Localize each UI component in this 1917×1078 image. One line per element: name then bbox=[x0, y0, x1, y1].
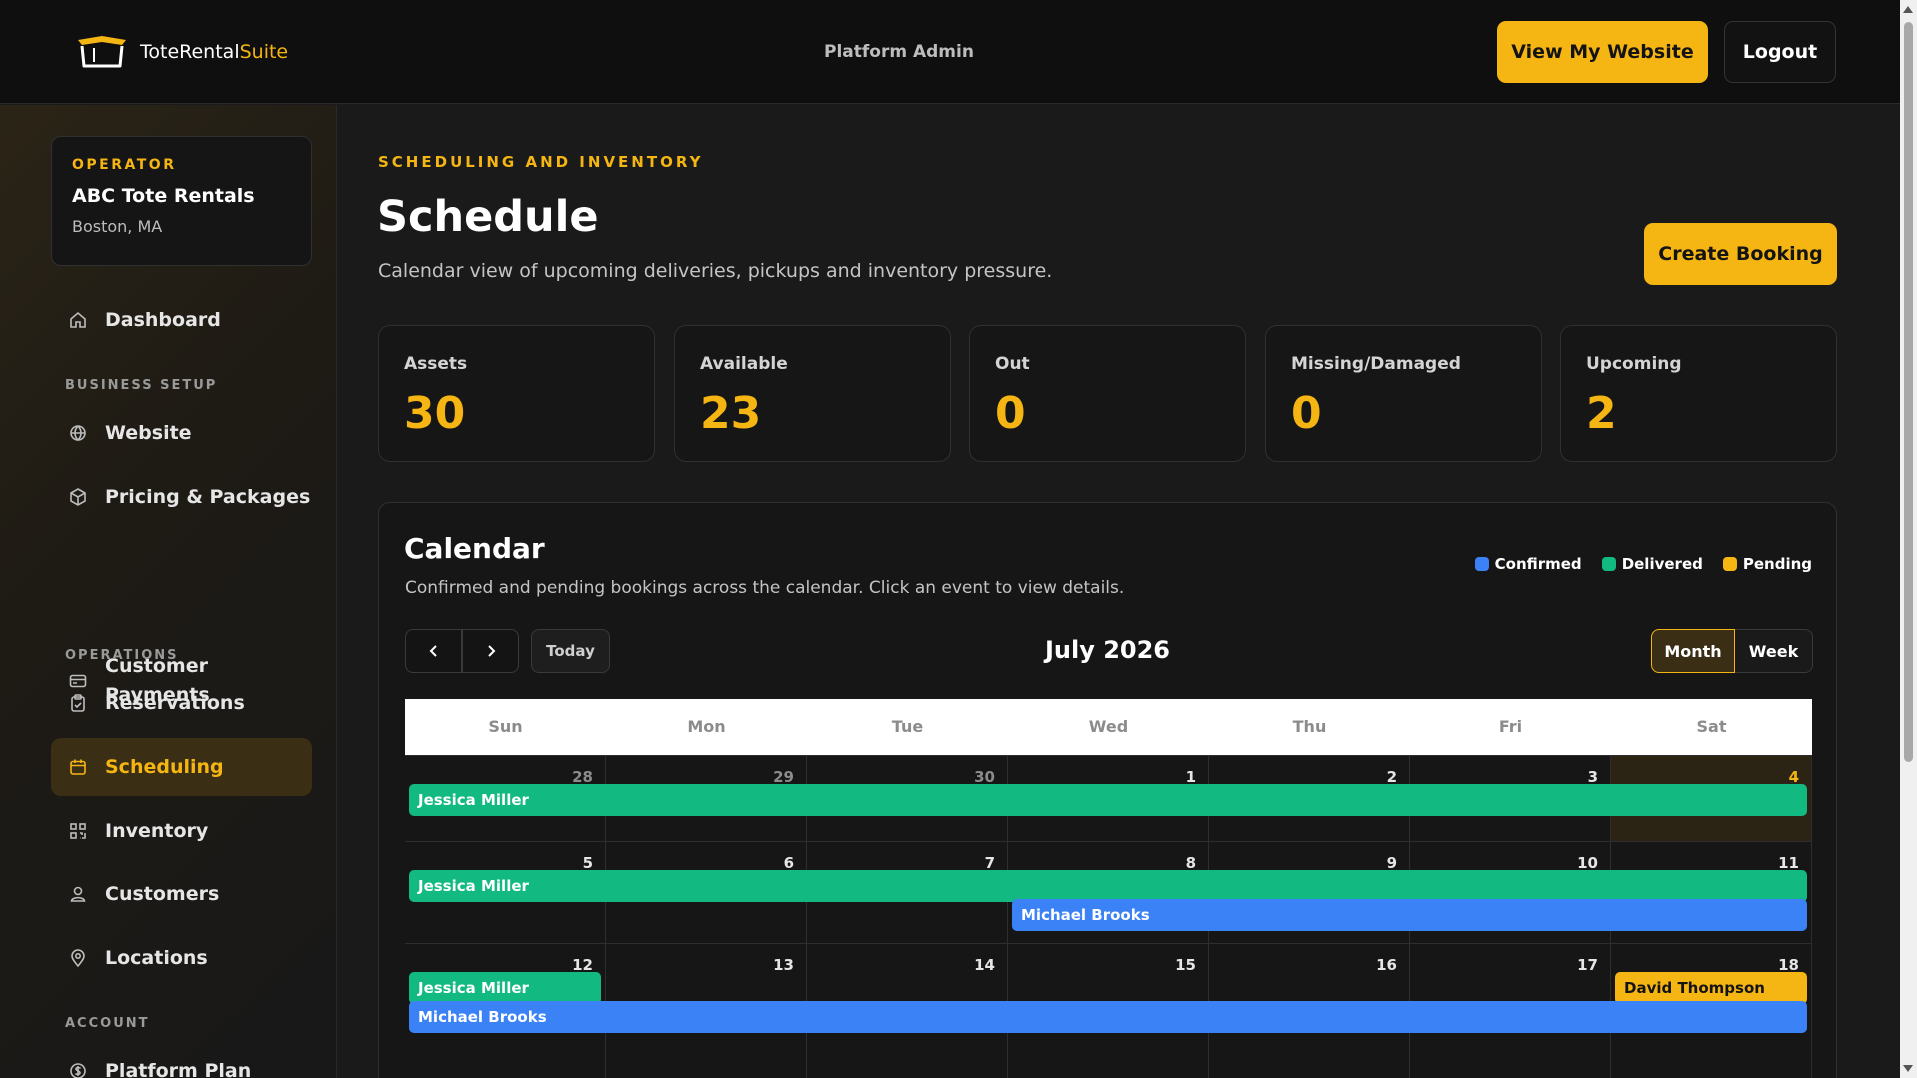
operator-kicker: OPERATOR bbox=[72, 157, 177, 173]
calendar-subtitle: Confirmed and pending bookings across th… bbox=[405, 578, 1125, 598]
day-number: 17 bbox=[1577, 956, 1598, 974]
legend-confirmed: Confirmed bbox=[1474, 555, 1582, 573]
operator-name: ABC Tote Rentals bbox=[72, 185, 255, 207]
platform-admin-label: Platform Admin bbox=[824, 42, 974, 62]
scroll-down-arrow-icon[interactable] bbox=[1903, 1065, 1913, 1072]
sidebar-item-scheduling[interactable]: Scheduling bbox=[51, 738, 312, 796]
sidebar-item-locations[interactable]: Locations bbox=[51, 929, 312, 987]
stat-value: 0 bbox=[1291, 388, 1322, 439]
stat-card-assets: Assets 30 bbox=[378, 325, 655, 462]
legend-dot bbox=[1474, 557, 1489, 571]
nav-section-account: ACCOUNT bbox=[65, 1016, 150, 1031]
stat-label: Available bbox=[700, 354, 788, 374]
calendar-week-row: 28 29 30 1 2 3 4 Jessica Miller bbox=[405, 755, 1812, 841]
scroll-thumb[interactable] bbox=[1904, 22, 1913, 762]
weekday-header: Thu bbox=[1292, 717, 1327, 736]
weekday-header: Wed bbox=[1088, 717, 1129, 736]
users-icon bbox=[69, 885, 87, 903]
weekday-header-row: Sun Mon Tue Wed Thu Fri Sat bbox=[405, 699, 1812, 755]
nav-section-operations: OPERATIONS bbox=[65, 648, 179, 663]
sidebar-item-inventory[interactable]: Inventory bbox=[51, 802, 312, 860]
stat-card-available: Available 23 bbox=[674, 325, 951, 462]
sidebar-item-platform-plan[interactable]: Platform Plan bbox=[51, 1042, 312, 1078]
weekday-header: Tue bbox=[891, 717, 924, 736]
map-pin-icon bbox=[69, 949, 87, 967]
clipboard-check-icon bbox=[69, 694, 87, 712]
operator-card: OPERATOR ABC Tote Rentals Boston, MA bbox=[51, 136, 312, 266]
stat-label: Missing/Damaged bbox=[1291, 354, 1461, 374]
sidebar-item-customers[interactable]: Customers bbox=[51, 865, 312, 923]
week-view-button[interactable]: Week bbox=[1735, 629, 1813, 673]
calendar-event[interactable]: Michael Brooks bbox=[409, 1001, 1807, 1033]
calendar-card: Calendar Confirmed and pending bookings … bbox=[378, 502, 1837, 1078]
stat-value: 23 bbox=[700, 388, 762, 439]
logout-button[interactable]: Logout bbox=[1724, 21, 1836, 83]
chevron-right-icon bbox=[487, 645, 495, 657]
day-number: 14 bbox=[974, 956, 995, 974]
stat-card-out: Out 0 bbox=[969, 325, 1246, 462]
page-title: Schedule bbox=[377, 192, 599, 242]
legend-delivered: Delivered bbox=[1601, 555, 1703, 573]
next-month-button[interactable] bbox=[462, 629, 519, 673]
tote-box-icon bbox=[78, 36, 126, 68]
home-icon bbox=[69, 311, 87, 329]
sidebar-item-dashboard[interactable]: Dashboard bbox=[51, 291, 312, 349]
calendar-legend: Confirmed Delivered Pending bbox=[1474, 555, 1812, 573]
legend-pending: Pending bbox=[1722, 555, 1812, 573]
weekday-header: Sat bbox=[1696, 717, 1727, 736]
stat-label: Assets bbox=[404, 354, 468, 374]
sidebar: OPERATOR ABC Tote Rentals Boston, MA Das… bbox=[0, 105, 337, 1078]
top-bar: ToteRentalSuite Platform Admin View My W… bbox=[0, 0, 1900, 104]
day-number: 16 bbox=[1376, 956, 1397, 974]
weekday-header: Sun bbox=[488, 717, 523, 736]
sidebar-item-pricing-packages[interactable]: Pricing & Packages bbox=[51, 468, 312, 526]
view-my-website-button[interactable]: View My Website bbox=[1497, 21, 1708, 83]
month-view-button[interactable]: Month bbox=[1651, 629, 1735, 673]
weekday-header: Fri bbox=[1498, 717, 1523, 736]
calendar-week-row: 5 6 7 8 9 10 11 Jessica Miller Michael Brooks bbox=[405, 841, 1812, 943]
stat-label: Out bbox=[995, 354, 1030, 374]
weekday-header: Mon bbox=[687, 717, 726, 736]
nav-section-business-setup: BUSINESS SETUP bbox=[65, 378, 218, 393]
legend-dot bbox=[1601, 557, 1616, 571]
legend-dot bbox=[1722, 557, 1737, 571]
stat-card-upcoming: Upcoming 2 bbox=[1560, 325, 1837, 462]
stat-value: 30 bbox=[404, 388, 466, 439]
calendar-icon bbox=[69, 758, 87, 776]
page-subtitle: Calendar view of upcoming deliveries, pi… bbox=[378, 260, 1053, 282]
scroll-up-arrow-icon[interactable] bbox=[1903, 6, 1913, 13]
page-scrollbar[interactable] bbox=[1900, 0, 1917, 1078]
dollar-circle-icon bbox=[69, 1062, 87, 1078]
package-icon bbox=[69, 488, 87, 506]
calendar-week-row: 12 13 14 15 16 17 18 Jessica Miller David Thomps… bbox=[405, 943, 1812, 1078]
prev-month-button[interactable] bbox=[405, 629, 462, 673]
page-kicker: SCHEDULING AND INVENTORY bbox=[378, 153, 704, 171]
stat-value: 2 bbox=[1586, 388, 1617, 439]
calendar-event[interactable]: Jessica Miller bbox=[409, 972, 601, 1004]
sidebar-item-reservations[interactable]: Reservations bbox=[51, 674, 312, 732]
calendar-event[interactable]: Jessica Miller bbox=[409, 870, 1807, 902]
operator-location: Boston, MA bbox=[72, 217, 163, 236]
create-booking-button[interactable]: Create Booking bbox=[1644, 223, 1837, 285]
stat-label: Upcoming bbox=[1586, 354, 1682, 374]
sidebar-item-website[interactable]: Website bbox=[51, 404, 312, 462]
today-button[interactable]: Today bbox=[531, 629, 610, 673]
calendar-event[interactable]: Michael Brooks bbox=[1012, 899, 1807, 931]
day-number: 13 bbox=[773, 956, 794, 974]
chevron-left-icon bbox=[429, 645, 437, 657]
stat-value: 0 bbox=[995, 388, 1026, 439]
calendar-title: Calendar bbox=[404, 532, 545, 565]
qr-code-icon bbox=[69, 822, 87, 840]
calendar-grid: Sun Mon Tue Wed Thu Fri Sat 28 29 30 1 2 3 4 Jessica … bbox=[405, 699, 1812, 1078]
globe-icon bbox=[69, 424, 87, 442]
stat-card-missing-damaged: Missing/Damaged 0 bbox=[1265, 325, 1542, 462]
logo[interactable]: ToteRentalSuite bbox=[74, 34, 288, 70]
calendar-event[interactable]: David Thompson bbox=[1615, 972, 1807, 1004]
day-number: 15 bbox=[1175, 956, 1196, 974]
calendar-event[interactable]: Jessica Miller bbox=[409, 784, 1807, 816]
logo-text: ToteRentalSuite bbox=[140, 41, 289, 63]
